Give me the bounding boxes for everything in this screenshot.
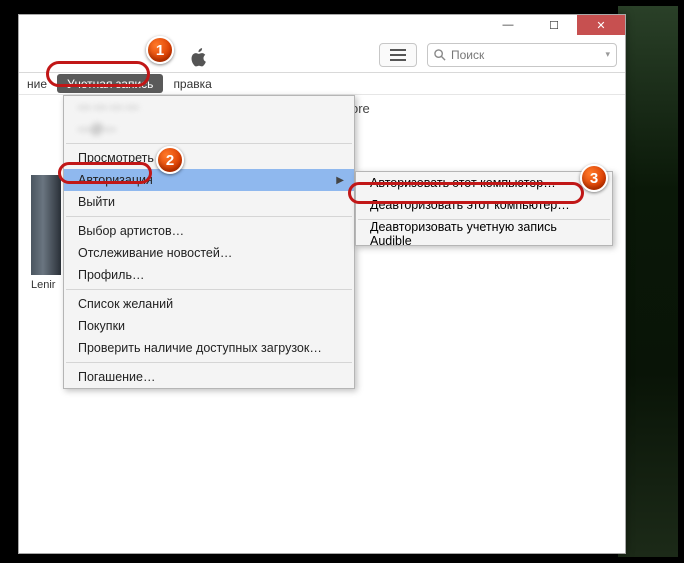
annotation-badge-1: 1	[146, 36, 174, 64]
list-icon	[390, 49, 406, 61]
dropdown-wishlist[interactable]: Список желаний	[64, 293, 354, 315]
dropdown-news-tracking[interactable]: Отслеживание новостей…	[64, 242, 354, 264]
chevron-right-icon: ▶	[336, 175, 344, 186]
dropdown-separator	[66, 362, 352, 363]
annotation-badge-2: 2	[156, 146, 184, 174]
dropdown-view[interactable]: Просмотреть	[64, 147, 354, 169]
desktop-bg-strip	[618, 6, 678, 557]
submenu-deauthorize[interactable]: Деавторизовать этот компьютер…	[356, 194, 612, 216]
dropdown-redemption[interactable]: Погашение…	[64, 366, 354, 388]
dropdown-check-downloads[interactable]: Проверить наличие доступных загрузок…	[64, 337, 354, 359]
dropdown-purchases[interactable]: Покупки	[64, 315, 354, 337]
maximize-button[interactable]: ☐	[531, 15, 577, 35]
menubar: ние Учетная запись правка	[19, 73, 625, 95]
dropdown-authorization-label: Авторизация	[78, 173, 153, 187]
menu-item-account[interactable]: Учетная запись	[57, 74, 163, 93]
apple-logo-icon	[187, 44, 209, 66]
dropdown-separator	[66, 216, 352, 217]
dropdown-authorization[interactable]: Авторизация ▶	[64, 169, 354, 191]
dropdown-artist-select[interactable]: Выбор артистов…	[64, 220, 354, 242]
dropdown-user-line1: — — — —	[64, 96, 354, 118]
dropdown-profile[interactable]: Профиль…	[64, 264, 354, 286]
authorization-submenu: Авторизовать этот компьютер… Деавторизов…	[355, 171, 613, 246]
chevron-down-icon: ▾	[605, 49, 610, 60]
dropdown-separator	[66, 289, 352, 290]
dropdown-user-line2: —@—	[64, 118, 354, 140]
minimize-button[interactable]: —	[485, 15, 531, 35]
dropdown-separator	[66, 143, 352, 144]
search-input[interactable]: Поиск ▾	[427, 43, 617, 67]
dropdown-signout[interactable]: Выйти	[64, 191, 354, 213]
search-icon	[434, 49, 446, 61]
titlebar: — ☐ ✕	[19, 15, 625, 37]
list-view-button[interactable]	[379, 43, 417, 67]
search-placeholder: Поиск	[451, 48, 484, 62]
submenu-deauth-audible[interactable]: Деавторизовать учетную запись Audible	[356, 223, 612, 245]
menu-item-help[interactable]: правка	[165, 73, 219, 94]
toolbar: Поиск ▾	[19, 37, 625, 73]
account-dropdown: — — — — —@— Просмотреть Авторизация ▶ Вы…	[63, 95, 355, 389]
submenu-authorize[interactable]: Авторизовать этот компьютер…	[356, 172, 612, 194]
album-caption: Lenir	[31, 279, 55, 291]
menu-item-truncated-left[interactable]: ние	[19, 73, 55, 94]
itunes-window: — ☐ ✕ Поиск ▾ ние Учетная запись правка	[18, 14, 626, 554]
album-thumbnail[interactable]	[31, 175, 61, 275]
annotation-badge-3: 3	[580, 164, 608, 192]
close-button[interactable]: ✕	[577, 15, 625, 35]
